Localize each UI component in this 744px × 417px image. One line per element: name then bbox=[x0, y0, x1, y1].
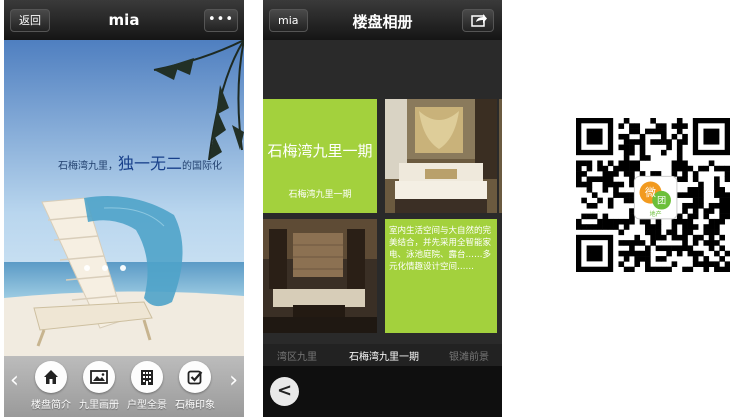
phone-mia-home: 返回 mia ••• 石梅湾九里，独一无二的国际化 ‹ › 楼盘简介 九里画册 … bbox=[4, 0, 244, 417]
headline-emphasis: 独一无二 bbox=[118, 154, 183, 173]
carousel-dot[interactable] bbox=[102, 265, 108, 271]
toolbar-item-impression[interactable]: 石梅印象 bbox=[170, 361, 220, 411]
tab-phase-one[interactable]: 石梅湾九里一期 bbox=[349, 348, 419, 363]
share-icon bbox=[471, 14, 487, 27]
hero-headline: 石梅湾九里，独一无二的国际化 bbox=[58, 150, 222, 174]
headline-suffix: 的国际化 bbox=[182, 161, 223, 172]
photo-partial[interactable] bbox=[499, 99, 502, 213]
carousel-pagination[interactable] bbox=[84, 256, 138, 275]
living-room-photo bbox=[263, 219, 377, 333]
album-tabs: 湾区九里 石梅湾九里一期 银滩前景 bbox=[263, 344, 502, 366]
back-circle-button[interactable]: < bbox=[270, 377, 299, 406]
toolbar-prev-arrow[interactable]: ‹ bbox=[10, 368, 19, 393]
toolbar-next-arrow[interactable]: › bbox=[229, 368, 238, 393]
bottom-bar: < bbox=[263, 366, 502, 417]
toolbar-item-floorplan[interactable]: 户型全景 bbox=[122, 361, 172, 411]
photo-gallery-grid: 石梅湾九里一期 石梅湾九里一期 室内生活空间与大自然的完美结合，并先采用全智能家… bbox=[263, 40, 502, 344]
building-icon bbox=[131, 361, 163, 393]
tab-bay-area[interactable]: 湾区九里 bbox=[277, 348, 317, 363]
photo-living-room[interactable] bbox=[263, 219, 377, 333]
toolbar-item-label: 楼盘简介 bbox=[31, 400, 71, 411]
album-title-tile[interactable]: 石梅湾九里一期 石梅湾九里一期 bbox=[263, 99, 377, 213]
carousel-dot[interactable] bbox=[84, 265, 90, 271]
album-description: 室内生活空间与大自然的完美结合，并先采用全智能家电、泳池庭院、露台……多元化情趣… bbox=[389, 226, 492, 272]
tab-silver-beach[interactable]: 银滩前景 bbox=[449, 348, 489, 363]
logo-text-1: 微 bbox=[645, 185, 656, 199]
bottom-toolbar: ‹ › 楼盘简介 九里画册 户型全景 石梅印象 bbox=[4, 356, 244, 417]
top-navbar: 返回 mia ••• bbox=[4, 0, 244, 40]
more-button[interactable]: ••• bbox=[204, 9, 238, 32]
carousel-dot[interactable] bbox=[120, 265, 126, 271]
bedroom-photo bbox=[385, 99, 497, 213]
toolbar-item-label: 户型全景 bbox=[127, 400, 167, 411]
qr-code: 微团地产 bbox=[576, 118, 731, 273]
checkbox-icon bbox=[179, 361, 211, 393]
toolbar-item-label: 九里画册 bbox=[79, 400, 119, 411]
qr-code-graphic: 微团地产 bbox=[576, 118, 731, 273]
top-navbar: mia 楼盘相册 bbox=[263, 0, 502, 40]
logo-text-2: 团 bbox=[657, 196, 666, 207]
album-subtitle: 石梅湾九里一期 bbox=[288, 190, 352, 200]
toolbar-item-album[interactable]: 九里画册 bbox=[74, 361, 124, 411]
share-button[interactable] bbox=[462, 9, 494, 32]
toolbar-item-label: 石梅印象 bbox=[175, 400, 215, 411]
home-icon bbox=[35, 361, 67, 393]
weituan-logo-icon: 微团地产 bbox=[633, 175, 678, 220]
album-description-tile[interactable]: 室内生活空间与大自然的完美结合，并先采用全智能家电、泳池庭院、露台……多元化情趣… bbox=[385, 219, 497, 333]
picture-icon bbox=[83, 361, 115, 393]
headline-prefix: 石梅湾九里， bbox=[58, 161, 118, 172]
toolbar-item-intro[interactable]: 楼盘简介 bbox=[26, 361, 76, 411]
logo-caption: 地产 bbox=[650, 210, 662, 218]
hero-banner-image[interactable]: 石梅湾九里，独一无二的国际化 bbox=[4, 40, 244, 356]
beach-illustration bbox=[4, 40, 244, 356]
phone-photo-album: mia 楼盘相册 石梅湾九里一期 石梅湾九里一期 室内生活空间与大自然的完美结合… bbox=[263, 0, 502, 417]
photo-bedroom[interactable] bbox=[385, 99, 497, 213]
album-title: 石梅湾九里一期 bbox=[267, 142, 373, 160]
